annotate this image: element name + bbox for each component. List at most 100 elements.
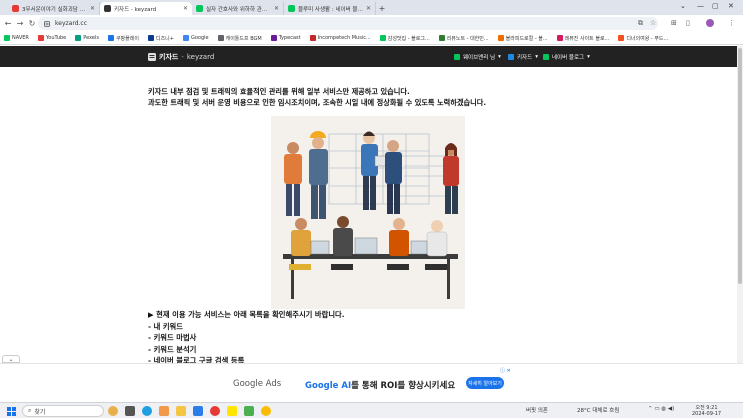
app-icon[interactable] bbox=[244, 406, 254, 416]
bookmark-star-icon[interactable]: ☆ bbox=[650, 19, 656, 27]
user-menu-icon bbox=[454, 53, 460, 60]
ad-close-icon[interactable]: ⓘ ✕ bbox=[500, 367, 511, 374]
bookmark-favicon-icon bbox=[270, 35, 277, 41]
bookmark-item[interactable]: 디즈니+ bbox=[147, 35, 174, 42]
ad-headline-rest: 를 통해 ROI를 향상시키세요 bbox=[351, 381, 456, 391]
bookmark-item[interactable]: 쿠팡플레이 bbox=[107, 35, 139, 42]
news-widget[interactable]: 버핏 의혼 bbox=[526, 406, 548, 414]
service-item-keyword-analyzer[interactable]: - 키워드 분석기 bbox=[148, 344, 548, 356]
bookmark-favicon-icon bbox=[556, 35, 563, 41]
bookmark-label: 감성맛집 - 블로그... bbox=[387, 35, 430, 42]
tab-close-icon[interactable]: ✕ bbox=[183, 5, 188, 12]
tab-close-icon[interactable]: ✕ bbox=[90, 5, 95, 12]
weather-widget[interactable]: 28°C 대체로 흐림 bbox=[577, 406, 619, 414]
extensions-icon[interactable]: ⊞ bbox=[671, 19, 677, 27]
bookmarks-bar: NAVER YouTube Pexels 쿠팡플레이 디즈니+ Google 캐이툴드프 B… bbox=[0, 32, 743, 45]
browser-tab[interactable]: 실자 간호사와 위하하 관리하는 법✕ bbox=[192, 2, 284, 15]
page-scrollbar[interactable] bbox=[737, 46, 743, 363]
clock-date: 2024-09-17 bbox=[692, 411, 722, 417]
new-tab-button[interactable]: + bbox=[376, 2, 388, 15]
kakaotalk-icon[interactable] bbox=[227, 406, 237, 416]
photos-icon[interactable] bbox=[159, 406, 169, 416]
bookmark-favicon-icon bbox=[4, 35, 10, 41]
bookmark-label: Google bbox=[190, 35, 209, 41]
browser-tab[interactable]: 3무서운이야기 실화괴담 모음 ✕ bbox=[8, 2, 100, 15]
bookmark-item[interactable]: Incompetech Music... bbox=[309, 35, 371, 41]
services-list: ▶ 현재 이용 가능 서비스는 아래 목록을 확인해주시기 바랍니다. - 내 … bbox=[148, 309, 548, 363]
tab-close-icon[interactable]: ✕ bbox=[366, 5, 371, 12]
bookmark-label: Incompetech Music... bbox=[317, 35, 371, 41]
bookmark-item[interactable]: 캐이툴드프 BGM bbox=[217, 35, 262, 42]
file-explorer-icon[interactable] bbox=[176, 406, 186, 416]
chrome-icon[interactable] bbox=[210, 406, 220, 416]
chevron-down-icon: ▾ bbox=[498, 53, 501, 60]
install-app-icon[interactable]: ⧉ bbox=[638, 19, 643, 28]
back-icon[interactable]: ← bbox=[2, 19, 14, 28]
bookmark-favicon-icon bbox=[147, 35, 154, 41]
collapse-ad-icon[interactable]: ⌄ bbox=[2, 355, 20, 363]
ad-headline: Google AI를 통해 ROI를 향상시키세요 bbox=[305, 379, 455, 391]
browser-tab[interactable]: 블루미 사생활 : 네이버 블로그 ✕ bbox=[284, 2, 376, 15]
bookmark-item[interactable]: NAVER bbox=[4, 35, 29, 41]
brand-separator: - bbox=[181, 52, 184, 61]
maximize-icon[interactable]: ▢ bbox=[712, 2, 719, 10]
scrollbar-thumb[interactable] bbox=[738, 48, 742, 284]
ad-banner[interactable]: ⓘ ✕ Google Ads Google AI를 통해 ROI를 향상시키세요… bbox=[0, 363, 743, 402]
minimize-icon[interactable]: — bbox=[697, 2, 704, 10]
start-button[interactable] bbox=[7, 407, 16, 416]
keyzard-menu-icon bbox=[508, 53, 514, 60]
reload-icon[interactable]: ↻ bbox=[26, 19, 38, 28]
forward-icon[interactable]: → bbox=[14, 19, 26, 28]
tab-favicon-icon bbox=[196, 5, 203, 12]
bookmark-favicon-icon bbox=[438, 35, 445, 41]
system-tray-icons[interactable]: ⌃ ▭ ◍ ◀) bbox=[648, 406, 674, 412]
close-window-icon[interactable]: ✕ bbox=[728, 2, 734, 10]
task-view-icon[interactable] bbox=[125, 406, 135, 416]
brand-name: 키자드 bbox=[159, 52, 179, 61]
bookmark-item[interactable]: 디너의여왕 - 푸드... bbox=[618, 35, 668, 42]
ad-learn-more-button[interactable]: 자세히 알아보기 bbox=[466, 377, 504, 389]
bookmark-label: NAVER bbox=[12, 35, 29, 41]
edge-icon[interactable] bbox=[142, 406, 152, 416]
widgets-icon[interactable] bbox=[108, 406, 118, 416]
search-icon: ⌕ bbox=[28, 407, 32, 414]
browser-tab[interactable]: 키자드 - keyzard ✕ bbox=[100, 2, 192, 15]
windows-taskbar: ⌕ 찾기 버핏 의혼 28°C 대체로 흐림 ⌃ ▭ ◍ ◀) 오전 9:21 … bbox=[0, 402, 743, 418]
bookmark-item[interactable]: 블라피드로컬 - 블... bbox=[497, 35, 548, 42]
menu-kebab-icon[interactable]: ⋮ bbox=[728, 19, 735, 27]
tab-search-icon[interactable]: ⌄ bbox=[680, 2, 686, 10]
bookmark-favicon-icon bbox=[37, 35, 44, 41]
bookmark-favicon-icon bbox=[497, 35, 504, 41]
nav-menu-user[interactable]: 웨이브앤리 님 ▾ bbox=[454, 46, 501, 67]
bookmark-item[interactable]: Pexels bbox=[75, 35, 99, 41]
tab-title: 키자드 - keyzard bbox=[114, 6, 157, 13]
bookmark-item[interactable]: Typecast bbox=[270, 35, 301, 41]
taskbar-search[interactable]: ⌕ 찾기 bbox=[22, 405, 104, 417]
site-info-icon[interactable] bbox=[44, 20, 50, 27]
site-logo[interactable]: 키자드 - keyzard bbox=[148, 46, 214, 67]
notice-line-1: 키자드 내부 점검 및 트래픽의 효율적인 관리를 위해 일부 서비스만 제공하… bbox=[148, 87, 410, 96]
nav-menu-keyzard[interactable]: 키자드 ▾ bbox=[508, 46, 538, 67]
service-item-my-keyword[interactable]: - 내 키워드 bbox=[148, 321, 548, 333]
address-bar[interactable]: keyzard.cc bbox=[38, 17, 658, 30]
tab-favicon-icon bbox=[104, 5, 111, 12]
tab-title: 실자 간호사와 위하하 관리하는 법 bbox=[206, 6, 271, 13]
team-illustration bbox=[271, 116, 465, 309]
bookmark-label: Typecast bbox=[278, 35, 301, 41]
bookmark-item[interactable]: 리뷰노트 - 대한민... bbox=[438, 35, 489, 42]
address-row: ← → ↻ keyzard.cc ⧉ ☆ ⊞ ▯ ⋮ bbox=[0, 15, 743, 32]
nav-menu-naver-blog[interactable]: 네이버 블로그 ▾ bbox=[543, 46, 590, 67]
store-icon[interactable] bbox=[193, 406, 203, 416]
bookmark-item[interactable]: 감성맛집 - 블로그... bbox=[379, 35, 430, 42]
clock[interactable]: 오전 9:21 2024-09-17 bbox=[692, 405, 721, 417]
service-item-google-registration[interactable]: - 네이버 블로그 구글 검색 등록 bbox=[148, 355, 548, 363]
chrome-profile-icon[interactable] bbox=[261, 406, 271, 416]
bookmark-item[interactable]: YouTube bbox=[37, 35, 66, 41]
side-panel-icon[interactable]: ▯ bbox=[686, 19, 690, 27]
service-item-keyword-wizard[interactable]: - 키워드 마법사 bbox=[148, 332, 548, 344]
bookmark-item[interactable]: 레뷰진 사이트 블로... bbox=[556, 35, 609, 42]
tab-close-icon[interactable]: ✕ bbox=[274, 5, 279, 12]
chevron-down-icon: ▾ bbox=[587, 53, 590, 60]
bookmark-item[interactable]: Google bbox=[182, 35, 209, 41]
profile-avatar[interactable] bbox=[706, 19, 714, 27]
